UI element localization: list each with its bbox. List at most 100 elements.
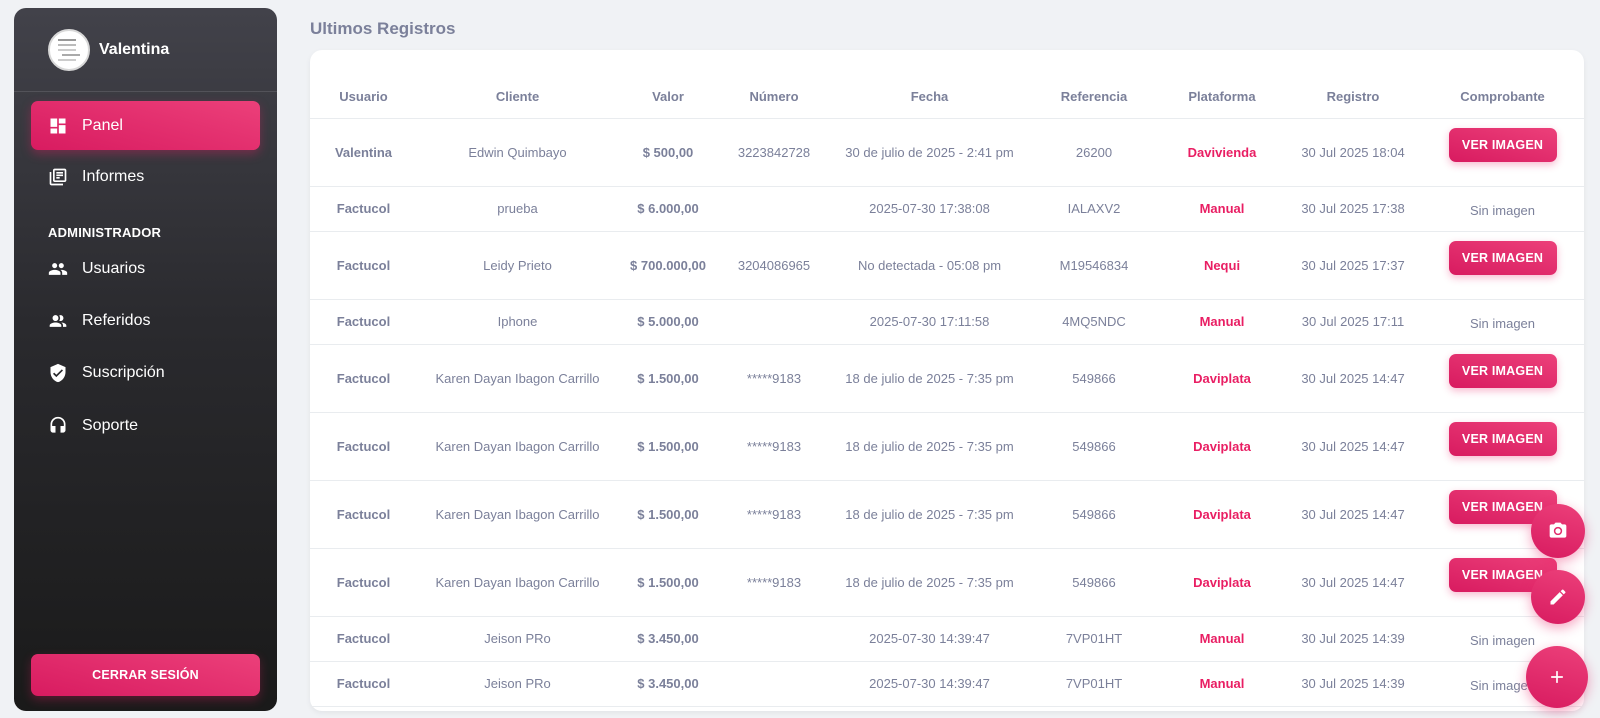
column-header[interactable]: Referencia (1029, 50, 1159, 119)
cell-comprobante: VER IMAGEN (1421, 412, 1584, 481)
cell-usuario: Factucol (310, 299, 417, 345)
column-header[interactable]: Plataforma (1159, 50, 1285, 119)
cell-numero: 3223842728 (718, 118, 830, 187)
column-header[interactable]: Usuario (310, 50, 417, 119)
cell-referencia: 7VP01HT (1029, 616, 1159, 662)
cell-numero: *****9183 (718, 480, 830, 549)
cell-registro: 30 Jul 2025 14:39 (1285, 661, 1421, 707)
cell-valor: $ 6.000,00 (618, 186, 718, 232)
view-image-button[interactable]: VER IMAGEN (1448, 354, 1557, 388)
cell-comprobante: VER IMAGEN (1421, 344, 1584, 413)
cell-referencia: 549866 (1029, 412, 1159, 481)
dashboard-icon (48, 116, 68, 136)
cell-usuario: Factucol (310, 344, 417, 413)
users-icon (48, 259, 68, 279)
cell-plataforma: Daviplata (1159, 480, 1285, 549)
cell-numero (718, 186, 830, 232)
cell-registro: 30 Jul 2025 18:04 (1285, 118, 1421, 187)
table-row: Factucol Karen Dayan Ibagon Carrillo $ 1.5… (310, 480, 1584, 549)
cell-fecha: 18 de julio de 2025 - 7:35 pm (830, 412, 1029, 481)
view-image-button[interactable]: VER IMAGEN (1448, 241, 1557, 275)
cell-plataforma: Manual (1159, 186, 1285, 232)
cell-referencia: 7VP01HT (1029, 661, 1159, 707)
records-card: Usuario Cliente Valor Número Fecha Refer… (310, 50, 1584, 711)
sidebar-item-informes[interactable]: Informes (31, 152, 260, 201)
column-header[interactable]: Cliente (417, 50, 618, 119)
cell-cliente: Karen Dayan Ibagon Carrillo (417, 412, 618, 481)
cell-numero: *****9183 (718, 344, 830, 413)
user-name: Valentina (99, 40, 170, 58)
sidebar-item-suscripcion[interactable]: Suscripción (31, 348, 260, 397)
cell-cliente: Edwin Quimbayo (417, 118, 618, 187)
cell-cliente: Karen Dayan Ibagon Carrillo (417, 548, 618, 617)
verified-shield-icon (48, 363, 68, 383)
referrals-icon (48, 311, 68, 331)
logout-button[interactable]: CERRAR SESIÓN (31, 654, 260, 696)
avatar[interactable] (48, 28, 90, 71)
view-image-button[interactable]: VER IMAGEN (1448, 422, 1557, 456)
view-image-button[interactable]: VER IMAGEN (1448, 128, 1557, 162)
cell-registro: 30 Jul 2025 17:38 (1285, 186, 1421, 232)
cell-fecha: 2025-07-30 14:39:47 (830, 661, 1029, 707)
table-row: Factucol Iphone $ 5.000,00 2025-07-30 17:11… (310, 299, 1584, 345)
cell-numero (718, 616, 830, 662)
table-row: Factucol prueba $ 6.000,00 2025-07-30 17:38… (310, 186, 1584, 232)
sidebar-item-label: Panel (82, 116, 123, 134)
camera-button[interactable] (1531, 504, 1585, 558)
sidebar-item-label: Suscripción (82, 363, 165, 381)
cell-plataforma: Daviplata (1159, 548, 1285, 617)
cell-valor: $ 3.450,00 (618, 661, 718, 707)
cell-comprobante: VER IMAGEN (1421, 231, 1584, 300)
table-row: Valentina Edwin Quimbayo $ 500,00 322384272… (310, 118, 1584, 187)
sidebar: Valentina Panel Informes ADMINISTRADOR U… (14, 8, 277, 711)
edit-button[interactable] (1531, 570, 1585, 624)
table-row: Factucol Jeison PRo $ 3.450,00 2025-07-30 1… (310, 616, 1584, 662)
edit-pencil-icon (1550, 589, 1566, 605)
table-row: Factucol Karen Dayan Ibagon Carrillo $ 1.5… (310, 548, 1584, 617)
reports-icon (48, 167, 68, 187)
cell-valor: $ 5.000,00 (618, 299, 718, 345)
column-header[interactable]: Número (718, 50, 830, 119)
cell-valor: $ 1.500,00 (618, 480, 718, 549)
cell-cliente: Jeison PRo (417, 661, 618, 707)
cell-usuario: Factucol (310, 616, 417, 662)
table-row: Factucol Karen Dayan Ibagon Carrillo $ 1.5… (310, 412, 1584, 481)
cell-fecha: 30 de julio de 2025 - 2:41 pm (830, 118, 1029, 187)
cell-referencia: 549866 (1029, 344, 1159, 413)
cell-plataforma: Daviplata (1159, 412, 1285, 481)
cell-numero: 3204086965 (718, 231, 830, 300)
column-header[interactable]: Registro (1285, 50, 1421, 119)
sidebar-item-panel[interactable]: Panel (31, 101, 260, 150)
column-header[interactable]: Fecha (830, 50, 1029, 119)
no-image-label: Sin imagen (1469, 316, 1536, 331)
plus-icon (1551, 671, 1563, 683)
column-header[interactable]: Comprobante (1421, 50, 1584, 119)
cell-registro: 30 Jul 2025 17:11 (1285, 299, 1421, 345)
add-button[interactable] (1526, 646, 1588, 708)
cell-fecha: 2025-07-30 17:11:58 (830, 299, 1029, 345)
cell-registro: 30 Jul 2025 14:39 (1285, 616, 1421, 662)
cell-plataforma: Nequi (1159, 231, 1285, 300)
cell-registro: 30 Jul 2025 14:47 (1285, 412, 1421, 481)
cell-referencia: IALAXV2 (1029, 186, 1159, 232)
cell-valor: $ 700.000,00 (618, 231, 718, 300)
column-header[interactable]: Valor (618, 50, 718, 119)
cell-registro: 30 Jul 2025 14:47 (1285, 344, 1421, 413)
cell-valor: $ 3.450,00 (618, 616, 718, 662)
sidebar-profile[interactable]: Valentina (14, 8, 277, 92)
cell-referencia: M19546834 (1029, 231, 1159, 300)
cell-valor: $ 1.500,00 (618, 412, 718, 481)
cell-numero: *****9183 (718, 412, 830, 481)
sidebar-item-label: Soporte (82, 416, 139, 434)
cell-usuario: Factucol (310, 480, 417, 549)
cell-comprobante: Sin imagen (1421, 299, 1584, 345)
cell-fecha: 2025-07-30 14:39:47 (830, 616, 1029, 662)
cell-cliente: Karen Dayan Ibagon Carrillo (417, 480, 618, 549)
sidebar-item-soporte[interactable]: Soporte (31, 401, 260, 450)
cell-comprobante: VER IMAGEN (1421, 118, 1584, 187)
cell-registro: 30 Jul 2025 17:37 (1285, 231, 1421, 300)
cell-registro: 30 Jul 2025 14:47 (1285, 480, 1421, 549)
table-row: Factucol Leidy Prieto $ 700.000,00 32040869… (310, 231, 1584, 300)
sidebar-item-usuarios[interactable]: Usuarios (31, 244, 260, 293)
sidebar-item-referidos[interactable]: Referidos (31, 296, 260, 345)
